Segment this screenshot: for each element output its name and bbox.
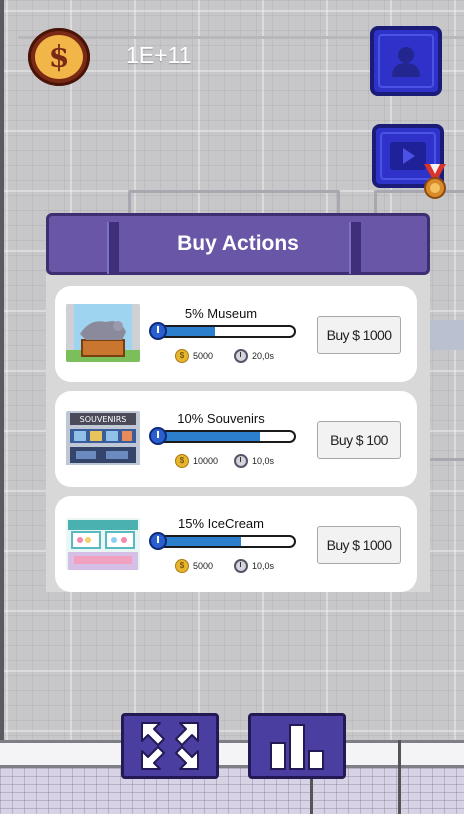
reward-stat: $ 5000 — [175, 349, 213, 363]
progress-bar — [149, 322, 299, 342]
coin-icon: $ — [175, 559, 189, 573]
reward-value: 5000 — [193, 351, 214, 361]
buy-icecream-button[interactable]: Buy $ 1000 — [317, 526, 401, 564]
expand-icon — [141, 722, 199, 770]
buy-museum-button[interactable]: Buy $ 1000 — [317, 316, 401, 354]
progress-fill — [157, 537, 241, 546]
clock-icon — [234, 559, 248, 573]
museum-thumbnail — [66, 304, 140, 362]
coin-icon: $ — [28, 28, 90, 86]
floor-tiles — [0, 768, 464, 814]
timer-icon — [149, 532, 167, 550]
action-card-souvenirs: SOUVENIRS 10% Souvenirs $ 10000 10,0s Bu… — [55, 391, 417, 487]
reward-stat: $ 5000 — [175, 559, 213, 573]
action-card-icecream: 15% IceCream $ 5000 10,0s Buy $ 1000 — [55, 496, 417, 592]
time-value: 20,0s — [252, 351, 275, 361]
progress-bar — [149, 532, 299, 552]
clock-icon — [234, 349, 248, 363]
time-stat: 10,0s — [234, 559, 274, 573]
buy-souvenirs-button[interactable]: Buy $ 100 — [317, 421, 401, 459]
profile-icon — [392, 47, 420, 77]
expand-button[interactable] — [121, 713, 219, 779]
reward-value: 10000 — [193, 456, 219, 466]
coin-icon: $ — [175, 454, 189, 468]
floor-edge — [0, 740, 464, 768]
panel-title: Buy Actions — [177, 232, 299, 255]
reward-stat: $ 10000 — [175, 454, 218, 468]
icecream-thumbnail — [66, 518, 140, 570]
reward-value: 5000 — [193, 561, 214, 571]
time-stat: 10,0s — [234, 454, 274, 468]
clock-icon — [234, 454, 248, 468]
action-label: 15% IceCream — [178, 516, 264, 531]
stats-button[interactable] — [248, 713, 346, 779]
currency-symbol: $ — [35, 35, 83, 79]
panel-header: Buy Actions — [46, 213, 430, 275]
souvenirs-thumbnail: SOUVENIRS — [66, 411, 140, 469]
timer-icon — [149, 427, 167, 445]
money-counter: 1E+11 — [126, 42, 192, 68]
action-label: 5% Museum — [184, 306, 258, 321]
left-wall — [0, 0, 4, 814]
progress-fill — [157, 432, 260, 441]
progress-bar — [149, 427, 299, 447]
floor-divider-right — [398, 740, 401, 814]
time-value: 10,0s — [252, 561, 275, 571]
profile-button[interactable] — [370, 26, 442, 96]
action-label: 10% Souvenirs — [177, 411, 265, 426]
coin-icon: $ — [175, 349, 189, 363]
medal-icon — [424, 164, 446, 199]
action-card-museum: 5% Museum $ 5000 20,0s Buy $ 1000 — [55, 286, 417, 382]
souvenirs-sign: SOUVENIRS — [80, 415, 127, 424]
time-stat: 20,0s — [234, 349, 274, 363]
time-value: 10,0s — [252, 456, 275, 466]
stats-icon — [270, 724, 324, 770]
right-wall-block — [430, 320, 464, 350]
timer-icon — [149, 322, 167, 340]
